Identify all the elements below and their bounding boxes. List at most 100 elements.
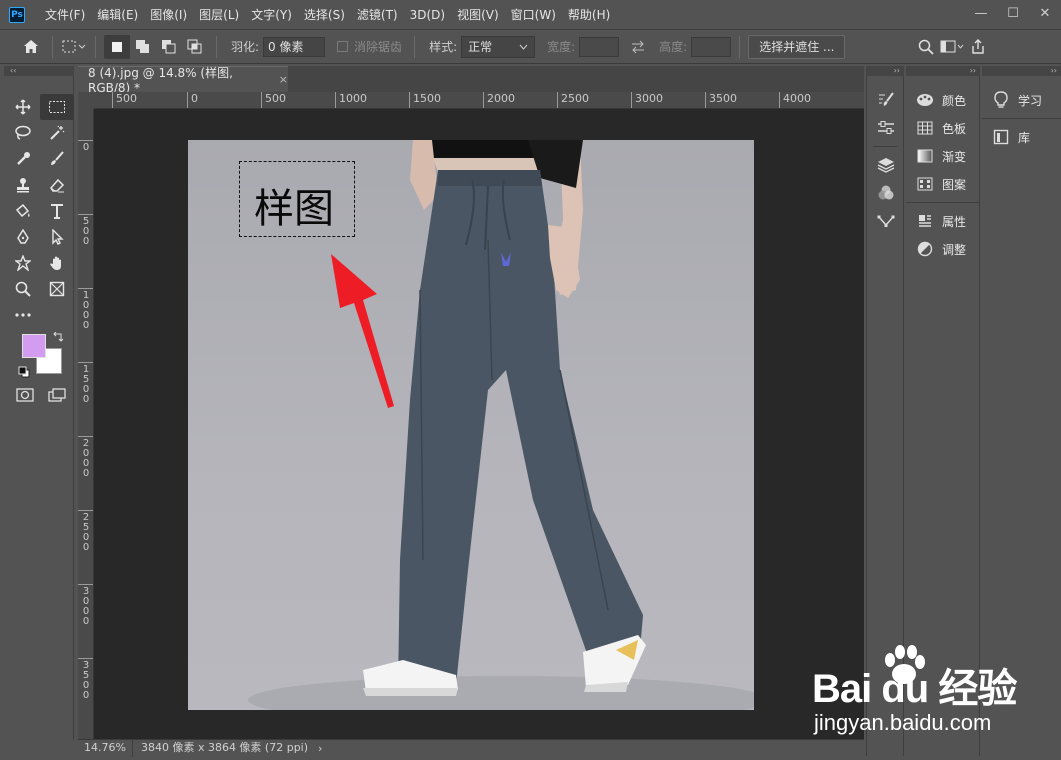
panel-label: 色板 [942, 121, 967, 136]
vertical-ruler[interactable]: 0 5 0 0 1 0 0 0 1 5 0 0 2 0 0 0 2 5 0 0 … [78, 109, 94, 739]
quick-mask-icon[interactable] [14, 386, 36, 404]
maximize-button[interactable]: ☐ [997, 0, 1029, 26]
panel-swatches[interactable]: 色板 [906, 114, 979, 142]
panel-properties[interactable]: 属性 [906, 207, 979, 235]
feather-input[interactable]: 0 像素 [263, 36, 326, 57]
default-colors-icon[interactable] [18, 366, 30, 378]
antialias-checkbox[interactable] [337, 41, 349, 52]
share-icon[interactable] [965, 35, 991, 59]
intersect-selection-icon[interactable] [182, 35, 208, 59]
panel-learn[interactable]: 学习 [982, 86, 1061, 114]
style-value: 正常 [468, 40, 493, 54]
horizontal-ruler[interactable]: 500 0 500 1000 1500 2000 2500 3000 3500 … [94, 92, 864, 109]
eyedropper-tool-icon[interactable] [6, 146, 40, 172]
panel-patterns[interactable]: 图案 [906, 170, 979, 198]
paths-icon[interactable] [867, 207, 905, 235]
search-icon[interactable] [913, 35, 939, 59]
toolbar-collapse-strip[interactable]: ‹‹ [4, 66, 74, 76]
add-selection-icon[interactable] [130, 35, 156, 59]
panel-label: 库 [1018, 130, 1031, 145]
panel-adjustments[interactable]: 调整 [906, 235, 979, 263]
layers-icon[interactable] [867, 151, 905, 179]
type-tool-icon[interactable] [40, 198, 74, 224]
document-tab-title: 8 (4).jpg @ 14.8% (样图, RGB/8) * [88, 66, 233, 95]
height-input[interactable] [691, 36, 732, 57]
swap-colors-icon[interactable] [52, 331, 66, 344]
lasso-tool-icon[interactable] [6, 120, 40, 146]
menu-bar: Ps 文件(F) 编辑(E) 图像(I) 图层(L) 文字(Y) 选择(S) 滤… [0, 0, 1061, 30]
close-button[interactable]: ✕ [1029, 0, 1061, 26]
tab-close-icon[interactable]: × [279, 73, 288, 86]
ruler-corner[interactable] [78, 92, 94, 109]
menu-filter[interactable]: 滤镜(T) [351, 0, 404, 30]
icon-col-collapse-strip[interactable]: ›› [866, 66, 904, 76]
separator [52, 35, 53, 58]
menu-view[interactable]: 视图(V) [451, 0, 505, 30]
screen-mode-icon[interactable] [46, 386, 70, 404]
panel-color[interactable]: 颜色 [906, 86, 979, 114]
panel-collapse-strip[interactable]: ›› [906, 66, 980, 76]
separator [873, 146, 897, 147]
home-icon[interactable] [18, 35, 44, 59]
workspace-icon[interactable] [939, 35, 965, 59]
feather-label: 羽化: [231, 40, 260, 54]
panel2-collapse-strip[interactable]: ›› [982, 66, 1061, 76]
minimize-button[interactable]: — [965, 0, 997, 26]
menu-help[interactable]: 帮助(H) [562, 0, 616, 30]
hand-tool-icon[interactable] [40, 250, 74, 276]
move-tool-icon[interactable] [6, 94, 40, 120]
magic-wand-tool-icon[interactable] [40, 120, 74, 146]
style-select[interactable]: 正常 [461, 35, 536, 58]
subtract-selection-icon[interactable] [156, 35, 182, 59]
canvas-area[interactable]: 样图 [94, 109, 864, 739]
width-input[interactable] [579, 36, 620, 57]
ruler-label: 3 5 0 0 [78, 658, 93, 701]
adjustments-sliders-icon[interactable] [867, 114, 905, 142]
separator [982, 118, 1061, 119]
antialias-label: 消除锯齿 [354, 40, 403, 54]
eraser-tool-icon[interactable] [40, 172, 74, 198]
foreground-color-swatch[interactable] [22, 334, 46, 358]
panel-label: 渐变 [942, 149, 967, 164]
panel-gradients[interactable]: 渐变 [906, 142, 979, 170]
zoom-level[interactable]: 14.76% [78, 739, 133, 757]
rectangular-marquee-tool-icon[interactable] [40, 94, 74, 120]
menu-window[interactable]: 窗口(W) [505, 0, 562, 30]
pen-tool-icon[interactable] [6, 224, 40, 250]
swap-icon[interactable] [625, 35, 651, 59]
watermark-logo: Bai du 经验 [812, 667, 1017, 711]
new-selection-icon[interactable] [104, 34, 130, 59]
status-menu-arrow-icon[interactable]: › [316, 742, 322, 755]
paint-bucket-tool-icon[interactable] [6, 198, 40, 224]
custom-shape-tool-icon[interactable] [6, 250, 40, 276]
menu-layer[interactable]: 图层(L) [193, 0, 245, 30]
select-and-mask-button[interactable]: 选择并遮住 ... [748, 34, 846, 59]
ps-logo-icon: Ps [9, 6, 25, 23]
zoom-tool-icon[interactable] [6, 276, 40, 302]
brush-settings-icon[interactable] [867, 86, 905, 114]
ruler-label: 3500 [705, 92, 737, 108]
properties-icon [916, 212, 934, 230]
document-image[interactable]: 样图 [188, 140, 754, 710]
menu-edit[interactable]: 编辑(E) [91, 0, 144, 30]
menu-type[interactable]: 文字(Y) [245, 0, 298, 30]
menu-file[interactable]: 文件(F) [39, 0, 91, 30]
marquee-preset-icon[interactable] [61, 35, 87, 59]
panel-libraries[interactable]: 库 [982, 123, 1061, 151]
frame-tool-icon[interactable] [40, 276, 74, 302]
options-bar: 羽化: 0 像素 消除锯齿 样式: 正常 宽度: 高度: 选择并遮住 ... [0, 30, 1061, 64]
menu-3d[interactable]: 3D(D) [404, 0, 451, 30]
menu-image[interactable]: 图像(I) [144, 0, 193, 30]
tools-panel [4, 76, 74, 740]
document-tab[interactable]: 8 (4).jpg @ 14.8% (样图, RGB/8) * × [78, 66, 288, 95]
separator [95, 35, 96, 58]
pattern-icon [916, 175, 934, 193]
stamp-tool-icon[interactable] [6, 172, 40, 198]
menu-select[interactable]: 选择(S) [298, 0, 351, 30]
path-selection-tool-icon[interactable] [40, 224, 74, 250]
channels-icon[interactable] [867, 179, 905, 207]
palette-icon [916, 91, 934, 109]
ruler-label: 500 [261, 92, 286, 108]
brush-tool-icon[interactable] [40, 146, 74, 172]
more-tools-icon[interactable] [6, 302, 40, 328]
